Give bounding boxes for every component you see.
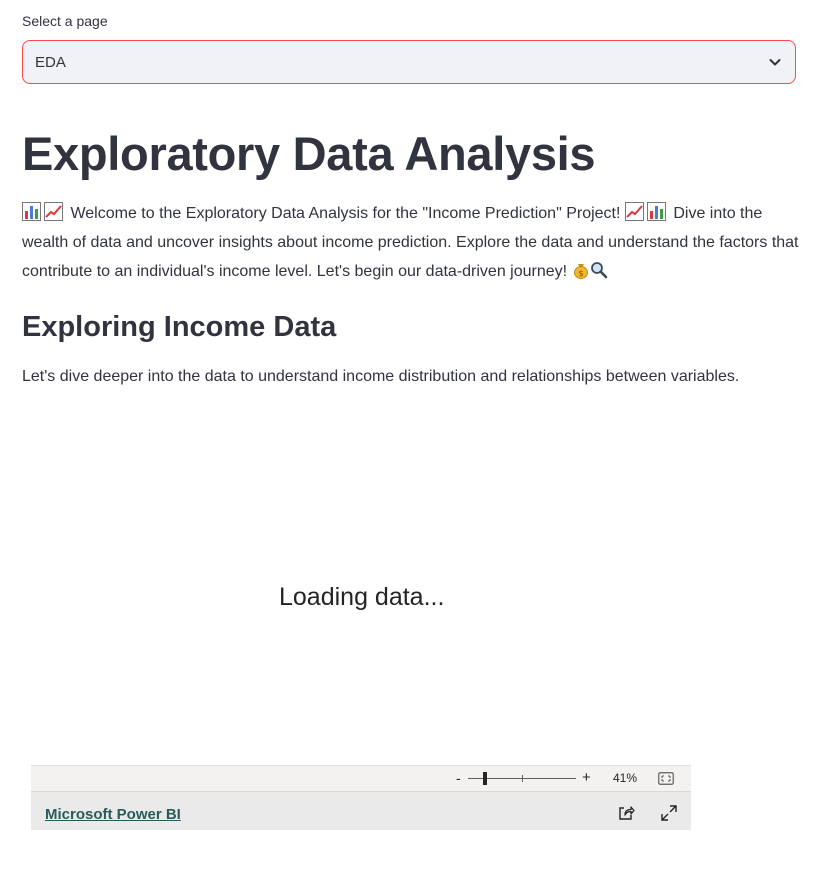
page-select-value: EDA xyxy=(35,53,66,71)
zoom-level: 41% xyxy=(613,771,638,785)
section-description: Let's dive deeper into the data to under… xyxy=(22,368,740,385)
intro-paragraph: Welcome to the Exploratory Data Analysis… xyxy=(22,199,807,286)
loading-message: Loading data... xyxy=(279,583,445,611)
zoom-bar: - + 41% xyxy=(31,765,691,791)
powerbi-footer: Microsoft Power BI xyxy=(31,791,691,830)
intro-text: Welcome to the Exploratory Data Analysis… xyxy=(70,205,621,222)
zoom-slider-tick xyxy=(522,775,523,782)
microsoft-power-bi-link[interactable]: Microsoft Power BI xyxy=(45,806,181,823)
money-bag-emoji-icon: $ xyxy=(572,260,590,279)
chevron-down-icon xyxy=(767,54,783,70)
chart-increasing-emoji-icon xyxy=(624,202,644,221)
chart-increasing-emoji-icon xyxy=(44,202,63,221)
page-select[interactable]: EDA xyxy=(22,40,796,84)
bar-chart-emoji-icon xyxy=(22,202,41,221)
fit-to-page-icon[interactable] xyxy=(658,772,674,785)
svg-text:$: $ xyxy=(578,269,583,278)
powerbi-embed[interactable]: Loading data... - + 41% Microsoft Power … xyxy=(31,400,691,830)
share-icon[interactable] xyxy=(617,804,635,822)
page-title: Exploratory Data Analysis xyxy=(22,127,596,180)
zoom-slider-thumb[interactable] xyxy=(483,772,487,785)
section-title: Exploring Income Data xyxy=(22,311,337,343)
page-select-label: Select a page xyxy=(22,13,108,29)
fullscreen-expand-icon[interactable] xyxy=(660,804,678,822)
magnifying-glass-emoji-icon xyxy=(590,260,608,279)
zoom-in-button[interactable]: + xyxy=(582,769,591,786)
bar-chart-emoji-icon xyxy=(646,202,666,221)
zoom-out-button[interactable]: - xyxy=(456,770,461,786)
